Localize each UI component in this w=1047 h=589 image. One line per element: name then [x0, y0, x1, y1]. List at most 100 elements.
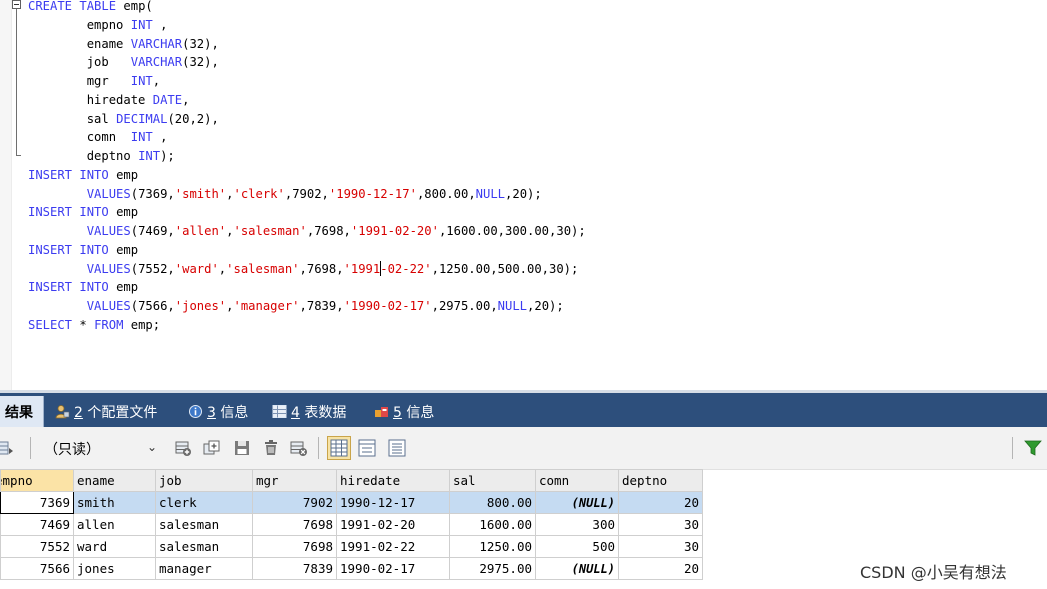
code-line[interactable]: INSERT INTO emp	[28, 203, 586, 222]
chevron-down-icon[interactable]: ⌄	[147, 440, 157, 454]
grid-cell[interactable]: 1990-12-17	[336, 491, 450, 514]
grid-cell[interactable]: manager	[155, 557, 253, 580]
grid-cell[interactable]: allen	[73, 513, 156, 536]
grid-cell[interactable]: 800.00	[449, 491, 536, 514]
column-header[interactable]: job	[155, 469, 253, 492]
sql-text: (20,2),	[167, 111, 219, 126]
grid-cell[interactable]: 300	[535, 513, 619, 536]
grid-cell[interactable]: salesman	[155, 535, 253, 558]
grid-cell[interactable]: jones	[73, 557, 156, 580]
grid-cell[interactable]: (NULL)	[535, 491, 619, 514]
grid-cell[interactable]: 1250.00	[449, 535, 536, 558]
grid-cell[interactable]: 1600.00	[449, 513, 536, 536]
grid-cell[interactable]: 1991-02-20	[336, 513, 450, 536]
code-line[interactable]: comn INT ,	[28, 128, 586, 147]
grid-cell[interactable]: 7698	[252, 513, 337, 536]
save-icon[interactable]	[233, 439, 251, 457]
duplicate-row-icon[interactable]	[203, 439, 221, 457]
grid-view-icon[interactable]	[327, 436, 351, 460]
grid-cell[interactable]: (NULL)	[535, 557, 619, 580]
column-header[interactable]: comn	[535, 469, 619, 492]
grid-cell[interactable]: 30	[618, 513, 703, 536]
code-line[interactable]: hiredate DATE,	[28, 91, 586, 110]
grid-cell[interactable]: 7839	[252, 557, 337, 580]
mode-combobox[interactable]: （只读）	[44, 439, 100, 459]
sql-editor[interactable]: CREATE TABLE emp( empno INT , ename VARC…	[0, 0, 1047, 390]
sql-string: 'salesman'	[233, 224, 307, 238]
code-line[interactable]: INSERT INTO emp	[28, 278, 586, 297]
grid-cell[interactable]: 1991-02-22	[336, 535, 450, 558]
code-line[interactable]: INSERT INTO emp	[28, 241, 586, 260]
result-grid[interactable]: empno ename job mgr hiredate sal comn de…	[0, 469, 703, 580]
column-header[interactable]: mgr	[252, 469, 337, 492]
sql-string: '1991-02-20'	[350, 224, 439, 238]
sql-text: mgr	[28, 74, 131, 88]
delete-icon[interactable]	[262, 439, 280, 457]
tab-table-data[interactable]: 4 表数据	[272, 396, 346, 427]
toolbar-separator	[30, 437, 31, 459]
sql-text: emp(	[123, 0, 153, 13]
grid-cell[interactable]: smith	[73, 491, 156, 514]
grid-cell[interactable]: 7902	[252, 491, 337, 514]
code-line[interactable]: mgr INT,	[28, 72, 586, 91]
grid-cell[interactable]: 20	[618, 491, 703, 514]
sql-text: (7552,	[130, 261, 175, 276]
discard-icon[interactable]	[290, 439, 308, 457]
grid-cell[interactable]: 500	[535, 535, 619, 558]
code-line[interactable]: sal DECIMAL(20,2),	[28, 110, 586, 129]
sql-text: emp	[116, 167, 139, 182]
tab-profiles[interactable]: 2 个配置文件	[55, 396, 157, 427]
code-line[interactable]: VALUES(7369,'smith','clerk',7902,'1990-1…	[28, 185, 586, 204]
code-line[interactable]: INSERT INTO emp	[28, 166, 586, 185]
sql-text: ,20);	[527, 299, 564, 313]
grid-cell[interactable]: 1990-02-17	[336, 557, 450, 580]
grid-cell[interactable]: 7698	[252, 535, 337, 558]
code-line[interactable]: deptno INT);	[28, 147, 586, 166]
table-row[interactable]: 7552 ward salesman 7698 1991-02-22 1250.…	[0, 535, 703, 558]
column-header[interactable]: empno	[0, 469, 74, 492]
tab-label: 表数据	[304, 404, 347, 421]
grid-cell[interactable]: ward	[73, 535, 156, 558]
code-line[interactable]: VALUES(7469,'allen','salesman',7698,'199…	[28, 222, 586, 241]
text-view-icon[interactable]	[388, 439, 406, 457]
tab-label: 信息	[406, 404, 435, 421]
tab-result[interactable]: 结果	[0, 396, 44, 427]
form-view-icon[interactable]	[358, 439, 376, 457]
sql-keyword: VARCHAR	[130, 36, 183, 51]
grid-cell[interactable]: 7469	[0, 513, 74, 536]
column-header[interactable]: hiredate	[336, 469, 450, 492]
code-line[interactable]: SELECT * FROM emp;	[28, 316, 586, 335]
code-line[interactable]: VALUES(7566,'jones','manager',7839,'1990…	[28, 297, 586, 316]
sql-text: ,7698,	[306, 224, 351, 238]
grid-cell[interactable]: 2975.00	[449, 557, 536, 580]
filter-icon[interactable]	[1024, 439, 1042, 457]
grid-cell[interactable]: 20	[618, 557, 703, 580]
code-line[interactable]: CREATE TABLE emp(	[28, 0, 586, 16]
grid-cell[interactable]: 30	[618, 535, 703, 558]
column-header[interactable]: sal	[449, 469, 536, 492]
grid-cell[interactable]: clerk	[155, 491, 253, 514]
column-header[interactable]: deptno	[618, 469, 703, 492]
code-line[interactable]: VALUES(7552,'ward','salesman',7698,'1991…	[28, 260, 586, 279]
table-row[interactable]: 7566 jones manager 7839 1990-02-17 2975.…	[0, 557, 703, 580]
table-row[interactable]: 7369 smith clerk 7902 1990-12-17 800.00 …	[0, 491, 703, 514]
grid-cell[interactable]: 7369	[0, 491, 74, 514]
tab-messages[interactable]: 3 信息	[188, 396, 248, 427]
grid-cell[interactable]: 7566	[0, 557, 74, 580]
sql-string: 'ward'	[174, 261, 219, 276]
add-row-icon[interactable]	[174, 439, 192, 457]
code-line[interactable]: ename VARCHAR(32),	[28, 35, 586, 54]
tab-info[interactable]: 5 信息	[374, 396, 434, 427]
sql-text: ,7698,	[299, 261, 344, 276]
table-row[interactable]: 7469 allen salesman 7698 1991-02-20 1600…	[0, 513, 703, 536]
grid-cell[interactable]: 7552	[0, 535, 74, 558]
code-line[interactable]: empno INT ,	[28, 16, 586, 35]
info-icon	[188, 404, 203, 419]
sql-text: emp	[116, 242, 139, 257]
column-header[interactable]: ename	[73, 469, 156, 492]
export-icon[interactable]	[0, 439, 18, 457]
fold-collapse-icon[interactable]	[12, 0, 21, 9]
grid-cell[interactable]: salesman	[155, 513, 253, 536]
code-line[interactable]: job VARCHAR(32),	[28, 53, 586, 72]
sql-code[interactable]: CREATE TABLE emp( empno INT , ename VARC…	[28, 0, 586, 335]
